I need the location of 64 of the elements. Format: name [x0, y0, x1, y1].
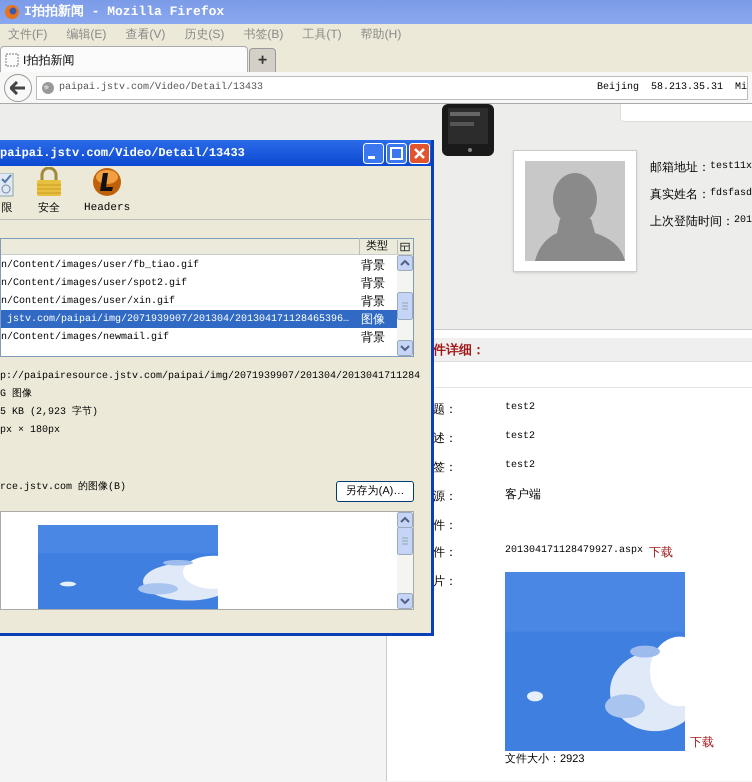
file-name: 201304171128479927.aspx: [505, 544, 644, 558]
field-value: 201: [734, 214, 752, 228]
download-link[interactable]: 下载: [649, 543, 674, 561]
column-header[interactable]: 类型: [359, 238, 397, 255]
toolbar-button[interactable]: 安全: [36, 166, 62, 216]
field-value: test11x: [710, 160, 752, 174]
toolbar-button[interactable]: 限: [0, 172, 14, 216]
scroll-down-icon[interactable]: [397, 593, 413, 609]
scrollbar[interactable]: [397, 255, 413, 356]
field-label: 邮箱地址：: [650, 159, 710, 176]
detail-value: 客户端: [505, 487, 541, 503]
back-arrow-icon: [10, 80, 26, 94]
detail-value: test2: [505, 401, 536, 415]
close-icon[interactable]: [409, 142, 430, 164]
scrollbar[interactable]: [397, 512, 413, 609]
detail-value: test2: [505, 459, 536, 473]
scroll-thumb-icon[interactable]: [397, 292, 413, 320]
detail-label: 述：: [433, 430, 458, 447]
checklist-icon: [0, 172, 14, 196]
source-text: rce.jstv.com 的图像(B): [0, 480, 128, 495]
property-text: G 图像: [0, 387, 34, 402]
dialog-title: paipai.jstv.com/Video/Detail/13433: [0, 145, 246, 162]
scroll-up-icon[interactable]: [397, 512, 413, 528]
minimize-icon[interactable]: [363, 142, 384, 164]
detail-value: test2: [505, 430, 536, 444]
field-value: fdsfasd: [710, 186, 752, 201]
scroll-thumb-icon[interactable]: [397, 526, 413, 554]
field-label: 真实姓名：: [650, 186, 710, 203]
field-label: 上次登陆时间：: [650, 213, 734, 230]
save-as-button[interactable]: 另存为(A)…: [336, 481, 414, 502]
property-text: 5 KB (2,923 字节): [0, 405, 100, 420]
page-icon: [5, 52, 19, 66]
resource-row[interactable]: jstv.com/paipai/img/2071939907/201304/201304171128465396… 图像: [1, 310, 397, 328]
detail-label: 片：: [433, 573, 458, 590]
download-link[interactable]: 下载: [690, 733, 714, 751]
address-field[interactable]: paipai.jstv.com/Video/Detail/13433 Beijing 58.213.35.31 Mi: [36, 76, 748, 100]
detail-label: 签：: [433, 459, 458, 476]
browser-tab[interactable]: I拍拍新闻: [0, 46, 248, 72]
detail-label: 件：: [433, 544, 458, 561]
avatar-silhouette-icon: [525, 161, 625, 261]
detail-label: 源：: [433, 488, 458, 505]
back-button[interactable]: [4, 74, 32, 102]
detail-label: 题：: [433, 401, 458, 418]
url-text: paipai.jstv.com/Video/Detail/13433: [59, 80, 264, 95]
toolbar-button[interactable]: Headers: [84, 166, 130, 216]
resource-row[interactable]: n/Content/images/user/xin.gif 背景: [1, 292, 397, 310]
globe-icon: [41, 80, 55, 94]
window-title: I拍拍新闻 - Mozilla Firefox: [24, 2, 224, 22]
detail-label: 件：: [433, 517, 458, 534]
resource-row[interactable]: n/Content/images/user/spot2.gif 背景: [1, 274, 397, 292]
scroll-up-icon[interactable]: [397, 255, 413, 271]
maximize-icon[interactable]: [386, 142, 407, 164]
resource-row[interactable]: n/Content/images/user/fb_tiao.gif 背景: [1, 256, 397, 274]
headers-icon: [91, 166, 124, 196]
property-text: p://paipairesource.jstv.com/paipai/img/2071939907/201304/2013041711284: [0, 370, 422, 384]
resource-row[interactable]: n/Content/images/newmail.gif 背景: [1, 328, 397, 346]
section-title: 件详细：: [433, 340, 485, 359]
file-size-text: 文件大小：2923: [505, 752, 586, 767]
scroll-down-icon[interactable]: [397, 340, 413, 356]
location-text: Beijing 58.213.35.31 Mi: [596, 80, 747, 95]
browser-logo-icon: [4, 4, 20, 20]
padlock-icon: [36, 166, 62, 196]
new-tab-button[interactable]: +: [249, 48, 276, 72]
property-text: px × 180px: [0, 424, 62, 438]
